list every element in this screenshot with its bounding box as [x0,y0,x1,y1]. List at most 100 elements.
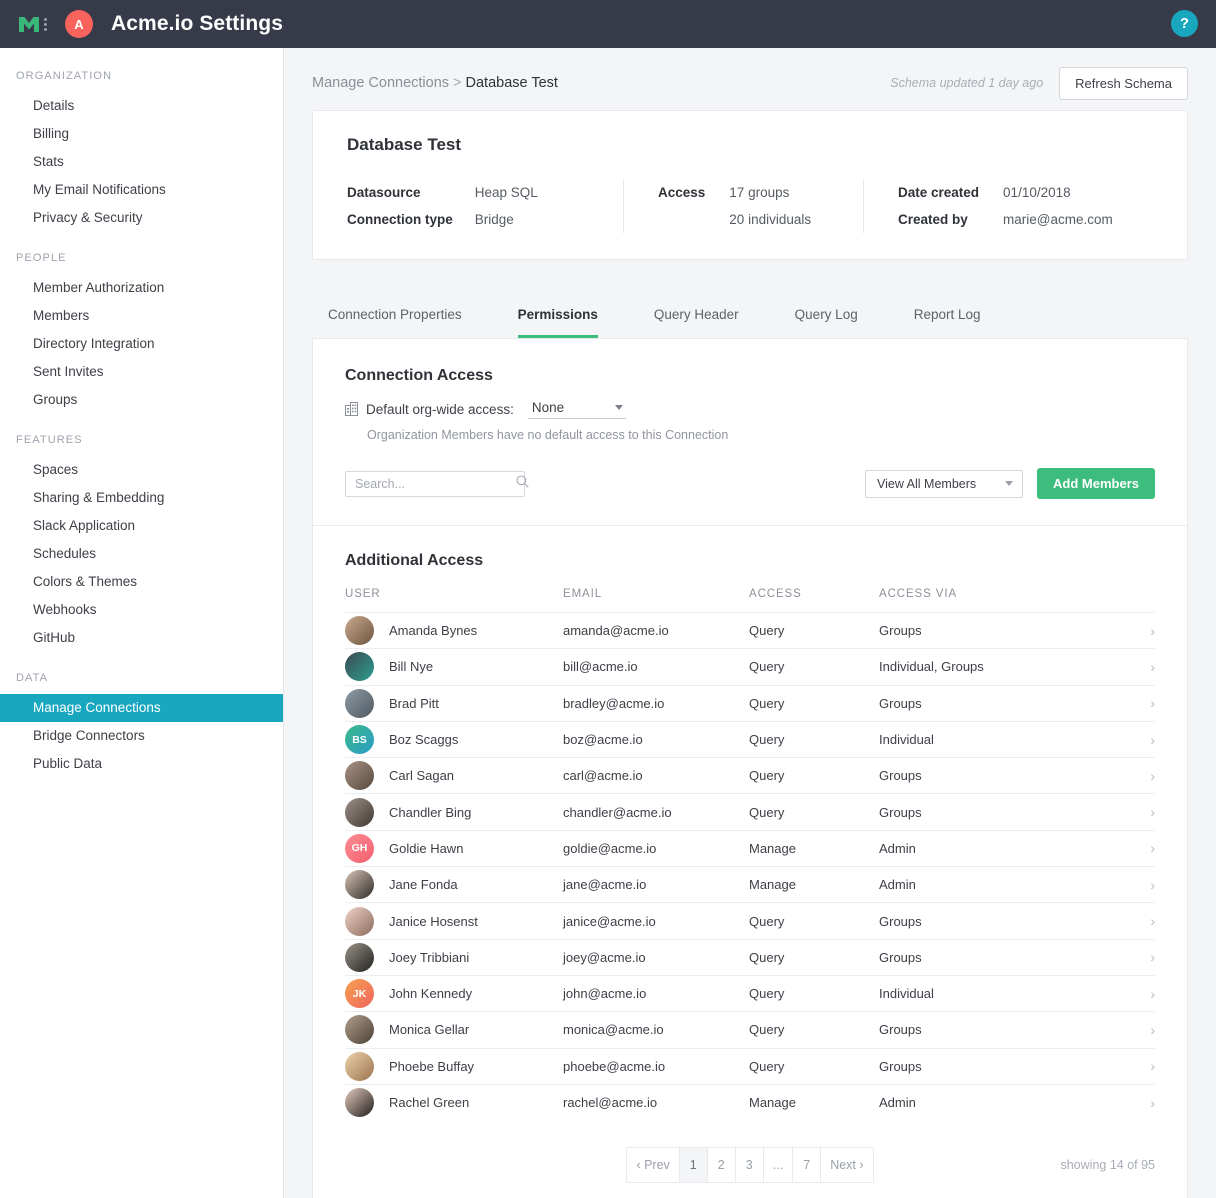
table-row[interactable]: Joey Tribbianijoey@acme.ioQueryGroups› [345,939,1155,975]
table-row[interactable]: GHGoldie Hawngoldie@acme.ioManageAdmin› [345,830,1155,866]
nav-group: ORGANIZATION DetailsBillingStatsMy Email … [0,70,283,232]
sidebar-item-github[interactable]: GitHub [0,624,283,652]
settings-page: A Acme.io Settings ? ORGANIZATIONDetails… [0,0,1216,1198]
user-access: Query [749,685,879,721]
pagination: ‹ Prev123...7Next › [626,1147,873,1183]
sidebar-item-colors-themes[interactable]: Colors & Themes [0,568,283,596]
tab-query-log[interactable]: Query Log [795,307,858,338]
chevron-right-icon[interactable]: › [1125,1048,1155,1084]
pagination-page-2[interactable]: 2 [708,1148,736,1182]
sidebar-item-groups[interactable]: Groups [0,386,283,414]
table-row[interactable]: Monica Gellarmonica@acme.ioQueryGroups› [345,1012,1155,1048]
column-header-arrow [1125,588,1155,613]
pagination-page-1[interactable]: 1 [680,1148,708,1182]
search-input[interactable] [355,477,516,491]
pagination-page-7[interactable]: 7 [793,1148,821,1182]
chevron-right-icon[interactable]: › [1125,649,1155,685]
user-access-via: Admin [879,867,1125,903]
table-row[interactable]: Rachel Greenrachel@acme.ioManageAdmin› [345,1084,1155,1120]
table-row[interactable]: Bill Nyebill@acme.ioQueryIndividual, Gro… [345,649,1155,685]
nav-group-label: ORGANIZATION [0,70,283,82]
chevron-right-icon[interactable]: › [1125,830,1155,866]
sidebar-item-members[interactable]: Members [0,302,283,330]
info-key: Date created [898,179,979,206]
user-cell: Brad Pitt [345,685,563,721]
user-access: Manage [749,1084,879,1120]
table-row[interactable]: Phoebe Buffayphoebe@acme.ioQueryGroups› [345,1048,1155,1084]
sidebar-item-privacy-security[interactable]: Privacy & Security [0,204,283,232]
search-box[interactable] [345,471,525,497]
schema-updated-note: Schema updated 1 day ago [890,76,1043,90]
chevron-right-icon[interactable]: › [1125,613,1155,649]
nav-group: DATAManage ConnectionsBridge ConnectorsP… [0,672,283,778]
breadcrumb-parent[interactable]: Manage Connections [312,75,449,91]
sidebar-item-stats[interactable]: Stats [0,148,283,176]
sidebar-item-webhooks[interactable]: Webhooks [0,596,283,624]
info-key: Created by [898,206,979,233]
pagination-prev[interactable]: ‹ Prev [627,1148,679,1182]
chevron-right-icon[interactable]: › [1125,867,1155,903]
table-row[interactable]: Janice Hosenstjanice@acme.ioQueryGroups› [345,903,1155,939]
chevron-right-icon[interactable]: › [1125,903,1155,939]
chevron-right-icon[interactable]: › [1125,939,1155,975]
sidebar-item-bridge-connectors[interactable]: Bridge Connectors [0,722,283,750]
user-cell: Jane Fonda [345,867,563,903]
user-cell: Phoebe Buffay [345,1048,563,1084]
info-keys: Access [658,179,705,233]
user-email: amanda@acme.io [563,613,749,649]
chevron-right-icon[interactable]: › [1125,758,1155,794]
sidebar-item-public-data[interactable]: Public Data [0,750,283,778]
user-access: Query [749,649,879,685]
sidebar-item-details[interactable]: Details [0,92,283,120]
refresh-schema-button[interactable]: Refresh Schema [1059,67,1188,100]
help-icon[interactable]: ? [1171,10,1198,37]
kebab-dots-icon[interactable] [44,18,47,31]
sidebar-item-manage-connections[interactable]: Manage Connections [0,694,283,722]
user-cell: Amanda Bynes [345,613,563,649]
sidebar-item-sharing-embedding[interactable]: Sharing & Embedding [0,484,283,512]
sidebar-item-sent-invites[interactable]: Sent Invites [0,358,283,386]
sidebar-item-slack-application[interactable]: Slack Application [0,512,283,540]
table-row[interactable]: BSBoz Scaggsboz@acme.ioQueryIndividual› [345,721,1155,757]
chevron-right-icon[interactable]: › [1125,1012,1155,1048]
chevron-right-icon[interactable]: › [1125,685,1155,721]
table-row[interactable]: Chandler Bingchandler@acme.ioQueryGroups… [345,794,1155,830]
pagination-next[interactable]: Next › [821,1148,872,1182]
chevron-right-icon[interactable]: › [1125,794,1155,830]
table-row[interactable]: Carl Sagancarl@acme.ioQueryGroups› [345,758,1155,794]
info-values: 01/10/2018marie@acme.com [1003,179,1113,233]
m-logo-icon[interactable] [18,16,40,33]
user-access-via: Groups [879,1012,1125,1048]
tab-report-log[interactable]: Report Log [914,307,981,338]
column-header-access-via: ACCESS VIA [879,588,1125,613]
add-members-button[interactable]: Add Members [1037,468,1155,499]
user-name: Amanda Bynes [389,623,477,638]
view-members-select[interactable]: View All Members [865,470,1023,498]
sidebar-item-member-authorization[interactable]: Member Authorization [0,274,283,302]
chevron-right-icon[interactable]: › [1125,721,1155,757]
org-avatar[interactable]: A [65,10,93,38]
table-row[interactable]: Brad Pittbradley@acme.ioQueryGroups› [345,685,1155,721]
sidebar-item-directory-integration[interactable]: Directory Integration [0,330,283,358]
tab-connection-properties[interactable]: Connection Properties [328,307,462,338]
user-name: Jane Fonda [389,877,458,892]
pagination-page-3[interactable]: 3 [736,1148,764,1182]
default-access-label: Default org-wide access: [366,402,514,417]
tab-query-header[interactable]: Query Header [654,307,739,338]
chevron-right-icon[interactable]: › [1125,1084,1155,1120]
table-row[interactable]: Jane Fondajane@acme.ioManageAdmin› [345,867,1155,903]
info-key: Access [658,179,705,206]
nav-group-label: PEOPLE [0,252,283,264]
sidebar-item-my-email-notifications[interactable]: My Email Notifications [0,176,283,204]
sidebar-item-schedules[interactable]: Schedules [0,540,283,568]
default-access-select[interactable]: None [528,399,626,419]
user-cell: Bill Nye [345,649,563,685]
tab-permissions[interactable]: Permissions [518,307,598,338]
table-row[interactable]: JKJohn Kennedyjohn@acme.ioQueryIndividua… [345,975,1155,1011]
chevron-right-icon[interactable]: › [1125,975,1155,1011]
sidebar-item-billing[interactable]: Billing [0,120,283,148]
user-name: Chandler Bing [389,805,471,820]
sidebar-item-spaces[interactable]: Spaces [0,456,283,484]
user-cell: Rachel Green [345,1084,563,1120]
table-row[interactable]: Amanda Bynesamanda@acme.ioQueryGroups› [345,613,1155,649]
